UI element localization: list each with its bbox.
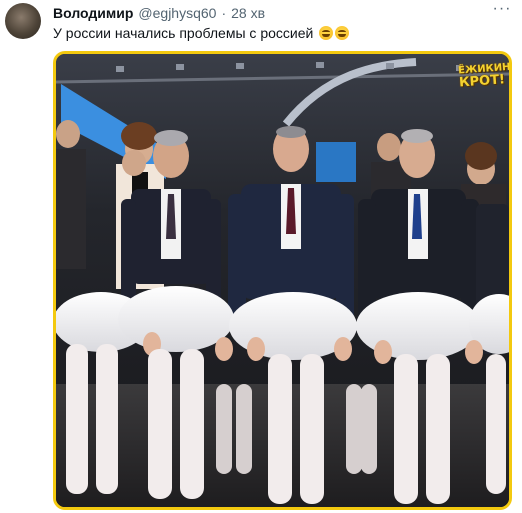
author-handle[interactable]: @egjhysq60 <box>138 4 216 22</box>
photo <box>56 54 509 507</box>
tweet[interactable]: Володимир @egjhysq60 · 28 хв ··· У росси… <box>0 0 522 513</box>
watermark-bottom: КРОТ! <box>458 72 506 91</box>
grinning-emoji-icon <box>319 26 334 40</box>
tweet-body: У россии начались проблемы с россией <box>53 25 314 41</box>
more-options-icon[interactable]: ··· <box>492 1 512 18</box>
timestamp[interactable]: 28 хв <box>231 4 265 22</box>
separator-dot: · <box>221 5 227 21</box>
watermark-logo: ЁЖИКИН КРОТ! <box>458 62 509 100</box>
avatar[interactable] <box>5 3 41 39</box>
tweet-header: Володимир @egjhysq60 · 28 хв <box>53 4 492 22</box>
author-name[interactable]: Володимир <box>53 4 133 22</box>
tweet-media-image[interactable]: ЁЖИКИН КРОТ! <box>53 51 512 510</box>
grinning-emoji-icon <box>335 26 350 40</box>
tweet-text: У россии начались проблемы с россией <box>53 24 350 42</box>
